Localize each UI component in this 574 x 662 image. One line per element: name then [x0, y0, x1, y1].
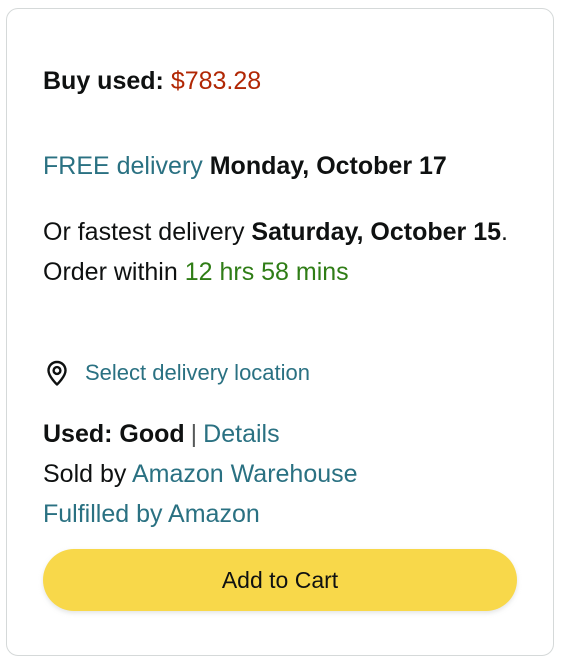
select-delivery-location-link[interactable]: Select delivery location	[85, 360, 310, 386]
free-delivery-link[interactable]: FREE delivery	[43, 152, 203, 180]
sold-by-row: Sold by Amazon Warehouse	[43, 454, 358, 494]
condition-row: Used: Good | Details	[43, 414, 358, 454]
fulfilled-row: Fulfilled by Amazon	[43, 494, 358, 534]
order-countdown: 12 hrs 58 mins	[184, 258, 349, 286]
details-link[interactable]: Details	[203, 420, 279, 448]
fastest-delivery-text: Or fastest delivery Saturday, October 15…	[43, 212, 513, 292]
fastest-prefix: Or fastest delivery	[43, 218, 245, 246]
buy-used-price-row: Buy used: $783.28	[43, 65, 261, 97]
condition-seller-block: Used: Good | Details Sold by Amazon Wareho…	[43, 414, 358, 534]
add-to-cart-button[interactable]: Add to Cart	[43, 549, 517, 611]
seller-link[interactable]: Amazon Warehouse	[132, 460, 358, 488]
location-pin-icon	[43, 359, 71, 387]
buy-used-label: Buy used:	[43, 67, 164, 95]
fulfilled-by-link[interactable]: Fulfilled by Amazon	[43, 500, 260, 528]
separator: |	[190, 420, 198, 448]
free-delivery-date: Monday, October 17	[209, 152, 447, 180]
free-delivery-row: FREE delivery Monday, October 17	[43, 150, 447, 182]
buy-box-card: Buy used: $783.28 FREE delivery Monday, …	[6, 8, 554, 656]
fastest-delivery-date: Saturday, October 15	[251, 218, 502, 246]
delivery-location-row[interactable]: Select delivery location	[43, 358, 310, 388]
sold-by-prefix: Sold by	[43, 460, 127, 488]
condition-label: Used: Good	[43, 420, 185, 448]
used-price: $783.28	[170, 67, 262, 95]
